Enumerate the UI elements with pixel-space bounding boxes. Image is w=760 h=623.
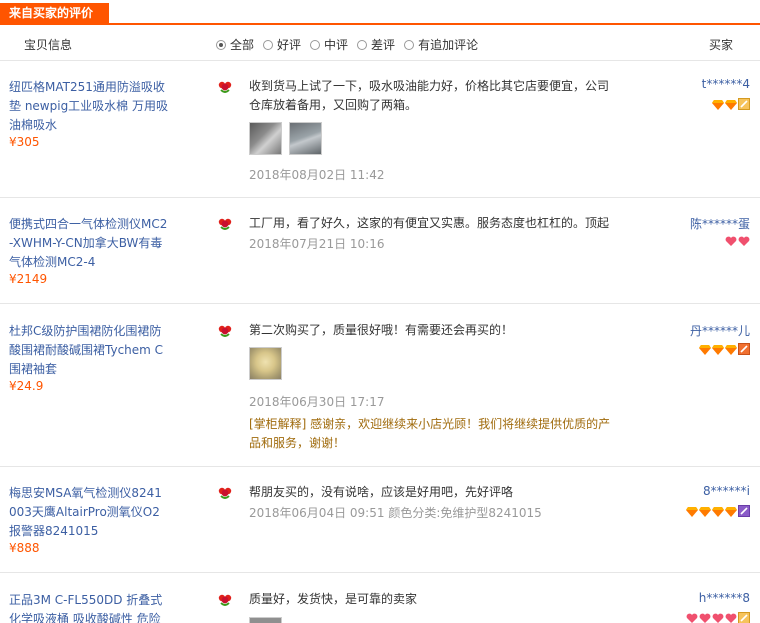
heart-icon: [725, 613, 737, 623]
review-photo-thumbnail[interactable]: [289, 122, 322, 155]
review-date: 2018年07月21日 10:16: [249, 237, 385, 251]
item-title-link[interactable]: 纽匹格MAT251通用防溢吸收垫 newpig工业吸水棉 万用吸油棉吸水: [9, 78, 169, 135]
sku-option: 颜色分类:免维护型8241015: [388, 506, 542, 520]
review-date: 2018年06月04日 09:51 颜色分类:免维护型8241015: [249, 504, 542, 521]
review-text: 帮朋友买的，没有说啥，应该是好用吧，先好评咯: [249, 485, 514, 499]
buyer-name[interactable]: 8******i: [703, 484, 750, 498]
review-photo-thumbnail[interactable]: [249, 122, 282, 155]
filter-negative[interactable]: 差评: [357, 36, 395, 53]
review-text: 质量好，发货快，是可靠的卖家: [249, 592, 418, 606]
buyer-credit-badges: [698, 343, 750, 355]
radio-icon[interactable]: [357, 39, 368, 50]
diamond-icon: [725, 99, 737, 110]
item-title-link[interactable]: 杜邦C级防护围裙防化围裙防酸围裙耐酸碱围裙Tychem C围裙袖套: [9, 322, 169, 379]
review-photos: [249, 617, 289, 623]
positive-rating-flower-icon: [218, 325, 232, 337]
review-row: 便携式四合一气体检测仪MC2-XWHM-Y-CN加拿大BW有毒气体检测MC2-4…: [0, 198, 760, 304]
radio-icon[interactable]: [263, 39, 274, 50]
positive-rating-flower-icon: [218, 218, 232, 230]
rating-filter-group: 全部 好评 中评 差评 有追加评论: [216, 36, 487, 53]
seller-level-icon: [738, 343, 750, 355]
review-text: 工厂用，看了好久，这家的有便宜又实惠。服务态度也杠杠的。顶起: [249, 216, 610, 230]
buyer-column-header: 买家: [709, 38, 734, 52]
buyer-name[interactable]: t******4: [702, 77, 750, 91]
review-photo-thumbnail[interactable]: [249, 617, 282, 623]
tab-buyer-reviews[interactable]: 来自买家的评价: [0, 3, 109, 23]
buyer-credit-badges: [711, 98, 750, 110]
seller-reply: [掌柜解释] 感谢亲，欢迎继续来小店光顾！我们将继续提供优质的产品和服务，谢谢！: [249, 417, 611, 450]
buyer-credit-badges: [724, 236, 750, 247]
tab-bar: 来自买家的评价: [0, 0, 760, 25]
filter-neutral[interactable]: 中评: [310, 36, 348, 53]
item-info-column-header: 宝贝信息: [24, 38, 73, 52]
item-price: ¥2149: [9, 272, 48, 286]
heart-icon: [712, 613, 724, 623]
seller-level-icon: [738, 612, 750, 623]
heart-icon: [686, 613, 698, 623]
buyer-credit-badges: [685, 612, 750, 623]
heart-icon: [699, 613, 711, 623]
review-photos: [249, 347, 289, 380]
item-title-link[interactable]: 梅思安MSA氧气检测仪8241003天鹰AltairPro测氧仪O2报警器824…: [9, 484, 169, 541]
seller-level-icon: [738, 505, 750, 517]
review-photo-thumbnail[interactable]: [249, 347, 282, 380]
heart-icon: [738, 236, 750, 246]
review-photos: [249, 122, 329, 155]
diamond-icon: [725, 344, 737, 355]
buyer-name[interactable]: 丹******儿: [690, 322, 750, 339]
review-date-value: 2018年06月04日 09:51: [249, 506, 385, 520]
diamond-icon: [712, 344, 724, 355]
review-text: 第二次购买了，质量很好哦！有需要还会再买的！: [249, 323, 514, 337]
item-price: ¥305: [9, 135, 40, 149]
review-date: 2018年06月30日 17:17: [249, 395, 385, 409]
review-row: 梅思安MSA氧气检测仪8241003天鹰AltairPro测氧仪O2报警器824…: [0, 467, 760, 573]
radio-icon[interactable]: [310, 39, 321, 50]
radio-icon[interactable]: [404, 39, 415, 50]
diamond-icon: [712, 99, 724, 110]
filter-followup[interactable]: 有追加评论: [404, 36, 478, 53]
diamond-icon: [699, 506, 711, 517]
item-price: ¥888: [9, 541, 40, 555]
buyer-credit-badges: [685, 505, 750, 517]
item-price: ¥24.9: [9, 379, 44, 393]
review-row: 正品3M C-FL550DD 折叠式化学吸液桶 吸收酸碱性 危险泄 质量好，发货…: [0, 573, 760, 623]
buyer-name[interactable]: h******8: [699, 591, 750, 605]
item-title-link[interactable]: 便携式四合一气体检测仪MC2-XWHM-Y-CN加拿大BW有毒气体检测MC2-4: [9, 215, 169, 272]
review-text: 收到货马上试了一下，吸水吸油能力好，价格比其它店要便宜，公司仓库放着备用，又回购…: [249, 79, 610, 112]
positive-rating-flower-icon: [218, 594, 232, 606]
heart-icon: [725, 236, 737, 246]
item-title-link[interactable]: 正品3M C-FL550DD 折叠式化学吸液桶 吸收酸碱性 危险泄: [9, 591, 169, 623]
positive-rating-flower-icon: [218, 487, 232, 499]
diamond-icon: [699, 344, 711, 355]
diamond-icon: [712, 506, 724, 517]
diamond-icon: [686, 506, 698, 517]
review-row: 纽匹格MAT251通用防溢吸收垫 newpig工业吸水棉 万用吸油棉吸水 ¥30…: [0, 62, 760, 198]
diamond-icon: [725, 506, 737, 517]
positive-rating-flower-icon: [218, 81, 232, 93]
filter-all[interactable]: 全部: [216, 36, 254, 53]
radio-icon[interactable]: [216, 39, 226, 50]
buyer-name[interactable]: 陈******蛋: [690, 215, 750, 232]
filter-positive[interactable]: 好评: [263, 36, 301, 53]
reviews-header: 宝贝信息 全部 好评 中评 差评 有追加评论 买家: [0, 25, 760, 61]
seller-level-icon: [738, 98, 750, 110]
review-row: 杜邦C级防护围裙防化围裙防酸围裙耐酸碱围裙Tychem C围裙袖套 ¥24.9 …: [0, 304, 760, 467]
review-date: 2018年08月02日 11:42: [249, 168, 385, 182]
